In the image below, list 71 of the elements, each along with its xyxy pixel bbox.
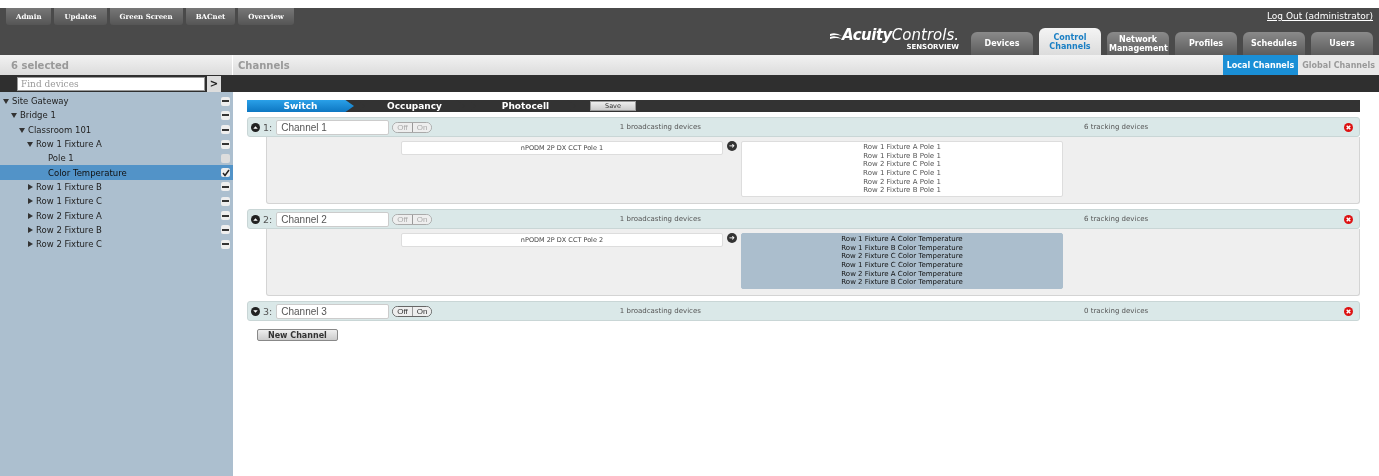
partial-checkbox[interactable]: [221, 225, 230, 235]
main-tab[interactable]: Profiles: [1175, 32, 1237, 55]
dash-icon: [222, 114, 229, 117]
collapse-icon[interactable]: [251, 122, 260, 132]
partial-checkbox[interactable]: [221, 139, 230, 149]
logo-word: Controls.: [891, 28, 959, 43]
channel-name-field[interactable]: Channel 3: [276, 303, 390, 319]
logo-brand: Acuity: [842, 28, 892, 43]
dash-icon: [222, 200, 229, 203]
step-tab[interactable]: Switch: [247, 100, 354, 112]
sub-tab[interactable]: Local Channels: [1222, 55, 1299, 75]
tree-item[interactable]: Color Temperature: [0, 165, 233, 180]
tree-item[interactable]: Bridge 1: [0, 108, 233, 123]
tree-item[interactable]: Row 2 Fixture A: [0, 208, 233, 223]
search-field[interactable]: Find devices: [17, 76, 205, 91]
expand-icon[interactable]: [251, 306, 260, 316]
partial-checkbox[interactable]: [221, 125, 230, 135]
expanded-caret-icon[interactable]: [19, 126, 25, 133]
partial-checkbox[interactable]: [221, 239, 230, 249]
expanded-caret-icon[interactable]: [11, 112, 17, 119]
dash-icon: [222, 214, 229, 217]
collapsed-caret-icon[interactable]: [27, 212, 33, 219]
channel-name-field[interactable]: Channel 1: [276, 119, 390, 135]
main-tab[interactable]: Control Channels: [1039, 28, 1101, 55]
collapse-icon[interactable]: [251, 214, 260, 224]
search-button[interactable]: >: [207, 75, 221, 92]
channel-number: 3:: [263, 305, 273, 317]
tree-item[interactable]: Row 2 Fixture B: [0, 222, 233, 237]
expanded-caret-icon[interactable]: [3, 98, 9, 105]
collapsed-caret-icon[interactable]: [27, 183, 33, 190]
logout-link[interactable]: Log Out (administrator): [1267, 11, 1373, 21]
expanded-caret-icon[interactable]: [27, 141, 33, 148]
tree-item[interactable]: Row 1 Fixture A: [0, 136, 233, 152]
tree-item[interactable]: Classroom 101: [0, 122, 233, 137]
tree-item[interactable]: Row 1 Fixture B: [0, 179, 233, 195]
tree-item[interactable]: Pole 1: [0, 151, 233, 166]
channel-number: 1:: [263, 121, 273, 133]
delete-icon[interactable]: [1344, 306, 1353, 316]
dash-icon: [222, 243, 229, 246]
new-channel-button[interactable]: New Channel: [257, 329, 338, 341]
off-on-toggle[interactable]: Off On: [392, 305, 433, 317]
main-tab[interactable]: Schedules: [1243, 32, 1305, 55]
delete-icon[interactable]: [1344, 122, 1353, 132]
selection-count: 6 selected: [11, 59, 70, 71]
tree-item[interactable]: Row 1 Fixture C: [0, 194, 233, 209]
tracking-list[interactable]: [741, 233, 1063, 289]
main-tab[interactable]: Devices: [971, 32, 1033, 55]
main-tab[interactable]: Users: [1311, 32, 1373, 55]
section-title: Channels: [238, 59, 290, 71]
checkbox[interactable]: [221, 153, 230, 163]
channel-name-field[interactable]: Channel 2: [276, 211, 390, 227]
tree-item[interactable]: Site Gateway: [0, 94, 233, 109]
dash-icon: [222, 128, 229, 131]
delete-icon[interactable]: [1344, 214, 1353, 224]
dash-icon: [222, 100, 229, 103]
checkbox[interactable]: [221, 168, 230, 178]
collapsed-caret-icon[interactable]: [27, 241, 33, 248]
collapsed-caret-icon[interactable]: [27, 226, 33, 233]
channel-number: 2:: [263, 213, 273, 225]
dash-icon: [222, 228, 229, 231]
collapsed-caret-icon[interactable]: [27, 198, 33, 205]
dash-icon: [222, 185, 229, 188]
tree-item[interactable]: Row 2 Fixture C: [0, 236, 233, 252]
main-tab[interactable]: Network Management: [1107, 32, 1169, 55]
partial-checkbox[interactable]: [221, 182, 230, 192]
partial-checkbox[interactable]: [221, 96, 230, 106]
partial-checkbox[interactable]: [221, 110, 230, 120]
partial-checkbox[interactable]: [221, 211, 230, 220]
partial-checkbox[interactable]: [221, 196, 230, 206]
swoosh-logo-icon: [830, 31, 843, 40]
dash-icon: [222, 143, 229, 146]
